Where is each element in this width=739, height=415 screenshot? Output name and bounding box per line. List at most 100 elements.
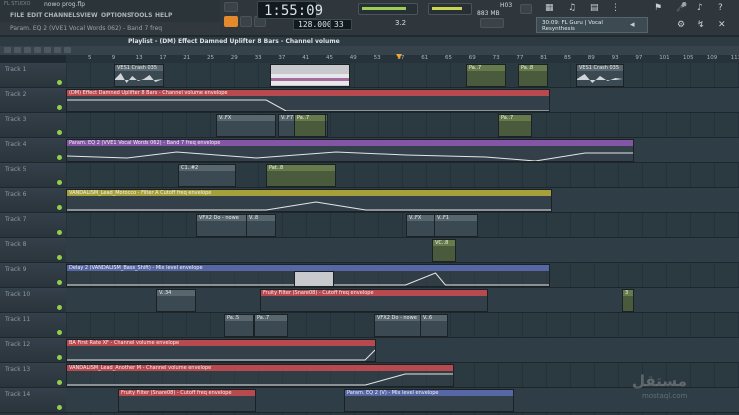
tool-draw[interactable] [4, 47, 11, 53]
tool-paint[interactable] [14, 47, 21, 53]
clip[interactable]: Pa..5 [224, 314, 254, 337]
menu-channels[interactable]: CHANNELS [44, 12, 80, 19]
close-icon[interactable]: ✕ [718, 20, 726, 30]
clip[interactable] [294, 271, 334, 287]
clip[interactable]: VANDALISM_Lead_Morocco - Filter A Cutoff… [66, 189, 552, 212]
tool-delete[interactable] [24, 47, 31, 53]
track-mute-led[interactable] [57, 130, 62, 135]
track-mute-led[interactable] [57, 105, 62, 110]
track-header[interactable]: Track 13 [0, 363, 66, 388]
track-header[interactable]: Track 7 [0, 213, 66, 238]
track-mute-led[interactable] [57, 355, 62, 360]
clip[interactable]: (DM) Effect Damned Uplifter 8 Bars - Cha… [66, 89, 550, 112]
clip[interactable]: C1..#2 [178, 164, 236, 187]
track-mute-led[interactable] [57, 405, 62, 410]
ruler-tick: 5 [88, 55, 92, 61]
stop-button[interactable] [240, 16, 252, 27]
tool-button-1[interactable] [520, 4, 532, 14]
track-header[interactable]: Track 12 [0, 338, 66, 363]
tool-slice[interactable] [44, 47, 51, 53]
menu-options[interactable]: OPTIONS [101, 12, 131, 19]
clip-label: Pa..7 [499, 115, 531, 121]
tool-select[interactable] [54, 47, 61, 53]
clip[interactable]: BA First Rate XF - Channel volume envelo… [66, 339, 376, 362]
plugin-picker-arrow-icon[interactable]: ◂ [630, 20, 635, 30]
clip[interactable]: Pa..7 [466, 64, 506, 87]
track-lane[interactable] [66, 238, 739, 263]
clip[interactable]: V..34 [156, 289, 196, 312]
track-lane[interactable] [66, 63, 739, 88]
track-header[interactable]: Track 10 [0, 288, 66, 313]
track-header[interactable]: Track 3 [0, 113, 66, 138]
clip[interactable]: 3 [622, 289, 634, 312]
menu-help[interactable]: HELP [155, 12, 172, 19]
tool-zoom[interactable] [64, 47, 71, 53]
track-mute-led[interactable] [57, 155, 62, 160]
microphone-icon[interactable]: 🎤 [676, 3, 687, 13]
track-header[interactable]: Track 2 [0, 88, 66, 113]
track-header[interactable]: Track 1 [0, 63, 66, 88]
track-mute-led[interactable] [57, 180, 62, 185]
track-header[interactable]: Track 14 [0, 388, 66, 413]
snap-selector[interactable] [480, 18, 504, 28]
menu-edit[interactable]: EDIT [27, 12, 42, 19]
clip[interactable]: Pat..8 [266, 164, 336, 187]
mixer-icon[interactable]: ⋮ [611, 3, 620, 13]
track-header[interactable]: Track 11 [0, 313, 66, 338]
help-icon[interactable]: ? [718, 3, 723, 13]
clip-label: Pat..8 [267, 165, 335, 171]
track-mute-led[interactable] [57, 255, 62, 260]
settings-icon[interactable]: ⚙ [677, 20, 685, 30]
render-icon[interactable]: ↯ [697, 20, 705, 30]
track-mute-led[interactable] [57, 380, 62, 385]
clip-label: Pa..7 [255, 315, 287, 321]
playlist-grid[interactable]: VES1 Crash 035 Pa..7 Pa..8 VES1 Crash 03… [66, 63, 739, 415]
track-mute-led[interactable] [57, 305, 62, 310]
menu-tools[interactable]: TOOLS [130, 12, 152, 19]
track-mute-led[interactable] [57, 280, 62, 285]
channel-rack-icon[interactable]: ▤ [590, 3, 599, 13]
track-header[interactable]: Track 6 [0, 188, 66, 213]
browser-icon[interactable]: ⚑ [654, 3, 662, 13]
clip[interactable]: VFX2 Do - nowe [374, 314, 422, 337]
tool-mute[interactable] [34, 47, 41, 53]
speaker-icon[interactable]: ♪ [697, 3, 703, 13]
clip[interactable]: Fruity Filter (Snare08) - Cutoff freq en… [260, 289, 488, 312]
clip[interactable]: V..8 [246, 214, 276, 237]
clip[interactable]: V..6 [420, 314, 448, 337]
track-header[interactable]: Track 9 [0, 263, 66, 288]
track-mute-led[interactable] [57, 80, 62, 85]
clip[interactable]: Pa..7 [254, 314, 288, 337]
clip[interactable]: Pa..7 [294, 114, 326, 137]
track-header[interactable]: Track 4 [0, 138, 66, 163]
track-mute-led[interactable] [57, 230, 62, 235]
track-header[interactable]: Track 5 [0, 163, 66, 188]
clip[interactable]: VES1 Crash 035 [114, 64, 164, 87]
clip[interactable]: Param. EQ 2 (V) - Mix level envelope [344, 389, 514, 412]
clip[interactable] [270, 64, 350, 87]
clip[interactable]: Fruity Filter (Snare08) - Cutoff freq en… [118, 389, 256, 412]
track-lane[interactable] [66, 213, 739, 238]
clip[interactable]: Pa..7 [498, 114, 532, 137]
clip[interactable]: VANDALISM_Lead_Another M - Channel volum… [66, 364, 454, 387]
piano-roll-icon[interactable]: ♫ [568, 3, 576, 13]
track-header[interactable]: Track 8 [0, 238, 66, 263]
track-mute-led[interactable] [57, 330, 62, 335]
play-button[interactable] [224, 16, 238, 27]
playhead-marker[interactable] [396, 54, 402, 59]
pattern-selector[interactable]: 33 [330, 19, 352, 30]
song-position: 1:55:09 [264, 3, 324, 19]
menu-file[interactable]: FILE [10, 12, 24, 19]
clip[interactable]: VES1 Crash 035 [576, 64, 624, 87]
clip[interactable]: V..FX [216, 114, 276, 137]
clip[interactable]: V..F1 [434, 214, 478, 237]
clip[interactable]: VC..8 [432, 239, 456, 262]
track-lane[interactable] [66, 113, 739, 138]
menu-view[interactable]: VIEW [80, 12, 98, 19]
playlist-icon[interactable]: ▦ [545, 3, 554, 13]
clip[interactable]: Pa..8 [518, 64, 548, 87]
track-lane[interactable] [66, 163, 739, 188]
clip[interactable]: Param. EQ 2 (VVE1 Vocal Words 062) - Ban… [66, 139, 634, 162]
track-mute-led[interactable] [57, 205, 62, 210]
pattern-song-toggle[interactable] [224, 2, 238, 12]
